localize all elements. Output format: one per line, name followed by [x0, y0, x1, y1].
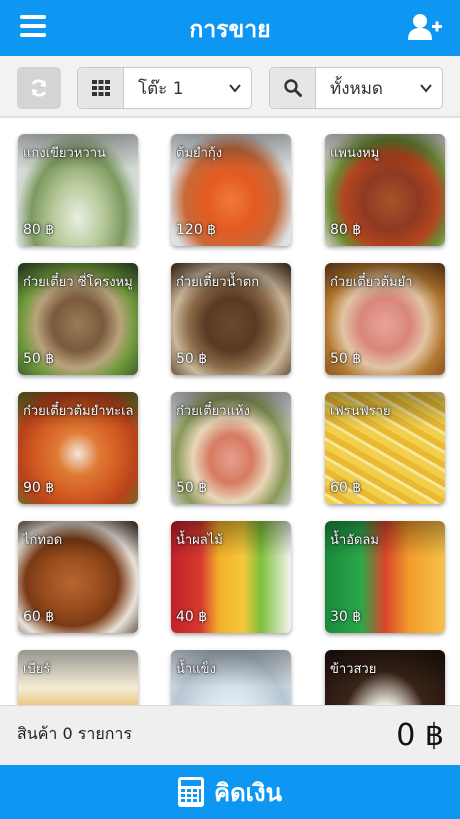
menu-item-card[interactable]: ก๋วยเตี๋ยวแห้ง 50 ฿: [171, 392, 291, 504]
menu-item-card[interactable]: แกงเขียวหวาน 80 ฿: [18, 134, 138, 246]
menu-item-name: ก๋วยเตี๋ยว ซี่โครงหมู: [23, 275, 133, 290]
menu-item-name: แพนงหมู: [330, 146, 380, 161]
menu-item-name: ต้มยำกุ้ง: [176, 146, 223, 161]
refresh-icon: [31, 79, 47, 97]
search-icon: [270, 68, 316, 108]
menu-item-price: 50 ฿: [330, 351, 362, 367]
chevron-down-icon: [420, 84, 432, 93]
menu-item-price: 50 ฿: [23, 351, 55, 367]
calculator-icon: [178, 777, 205, 807]
menu-item-card[interactable]: ก๋วยเตี๋ยวน้ำตก 50 ฿: [171, 263, 291, 375]
menu-item-name: ก๋วยเตี๋ยวน้ำตก: [176, 275, 260, 290]
menu-item-price: 90 ฿: [23, 480, 55, 496]
menu-item-price: 30 ฿: [330, 609, 362, 625]
item-count-label: สินค้า 0 รายการ: [17, 724, 132, 743]
refresh-button[interactable]: [17, 67, 61, 109]
menu-item-price: 80 ฿: [330, 222, 362, 238]
grid-icon: [78, 68, 124, 108]
menu-item-name: ก๋วยเตี๋ยวต้มยำทะเล: [23, 404, 134, 419]
menu-item-price: 40 ฿: [176, 609, 208, 625]
menu-item-name: ไก่ทอด: [23, 533, 63, 548]
menu-item-card[interactable]: ไก่ทอด 60 ฿: [18, 521, 138, 633]
filter-select-value[interactable]: ทั้งหมด: [316, 68, 442, 108]
order-total: 0 ฿: [396, 718, 444, 753]
menu-item-name: เฟรนฟราย: [330, 404, 391, 419]
menu-item-card[interactable]: ก๋วยเตี๋ยว ซี่โครงหมู 50 ฿: [18, 263, 138, 375]
menu-item-price: 120 ฿: [176, 222, 217, 238]
chevron-down-icon: [229, 84, 241, 93]
toolbar: โต๊ะ 1 ทั้งหมด: [0, 56, 460, 118]
order-summary: สินค้า 0 รายการ 0 ฿: [0, 705, 460, 765]
menu-item-card[interactable]: ก๋วยเตี๋ยวต้มยำ 50 ฿: [325, 263, 445, 375]
table-select[interactable]: โต๊ะ 1: [77, 67, 252, 109]
menu-item-price: 50 ฿: [176, 351, 208, 367]
menu-item-price: 60 ฿: [23, 609, 55, 625]
menu-item-card[interactable]: แพนงหมู 80 ฿: [325, 134, 445, 246]
menu-item-card[interactable]: เบียร์: [18, 650, 138, 705]
menu-item-price: 80 ฿: [23, 222, 55, 238]
menu-item-price: 60 ฿: [330, 480, 362, 496]
checkout-button[interactable]: คิดเงิน: [0, 765, 460, 819]
menu-item-name: น้ำแข็ง: [176, 662, 216, 677]
table-select-value[interactable]: โต๊ะ 1: [124, 68, 251, 108]
menu-item-name: แกงเขียวหวาน: [23, 146, 106, 161]
app-header: การขาย: [0, 0, 460, 56]
menu-item-card[interactable]: น้ำผลไม้ 40 ฿: [171, 521, 291, 633]
menu-item-card[interactable]: เฟรนฟราย 60 ฿: [325, 392, 445, 504]
filter-select[interactable]: ทั้งหมด: [269, 67, 443, 109]
menu-item-card[interactable]: ก๋วยเตี๋ยวต้มยำทะเล 90 ฿: [18, 392, 138, 504]
user-plus-icon[interactable]: [408, 13, 442, 41]
menu-item-name: ข้าวสวย: [330, 662, 377, 677]
menu-item-name: น้ำผลไม้: [176, 533, 223, 548]
menu-item-card[interactable]: น้ำอัดลม 30 ฿: [325, 521, 445, 633]
menu-item-card[interactable]: ต้มยำกุ้ง 120 ฿: [171, 134, 291, 246]
page-title: การขาย: [189, 17, 271, 43]
menu-item-name: ก๋วยเตี๋ยวต้มยำ: [330, 275, 413, 290]
menu-item-price: 50 ฿: [176, 480, 208, 496]
menu-grid: แกงเขียวหวาน 80 ฿ ต้มยำกุ้ง 120 ฿ แพนงหม…: [0, 118, 460, 705]
checkout-label: คิดเงิน: [214, 778, 282, 807]
menu-item-name: น้ำอัดลม: [330, 533, 379, 548]
menu-item-name: ก๋วยเตี๋ยวแห้ง: [176, 404, 250, 419]
menu-item-card[interactable]: ข้าวสวย: [325, 650, 445, 705]
menu-item-card[interactable]: น้ำแข็ง: [171, 650, 291, 705]
menu-item-name: เบียร์: [23, 662, 51, 677]
